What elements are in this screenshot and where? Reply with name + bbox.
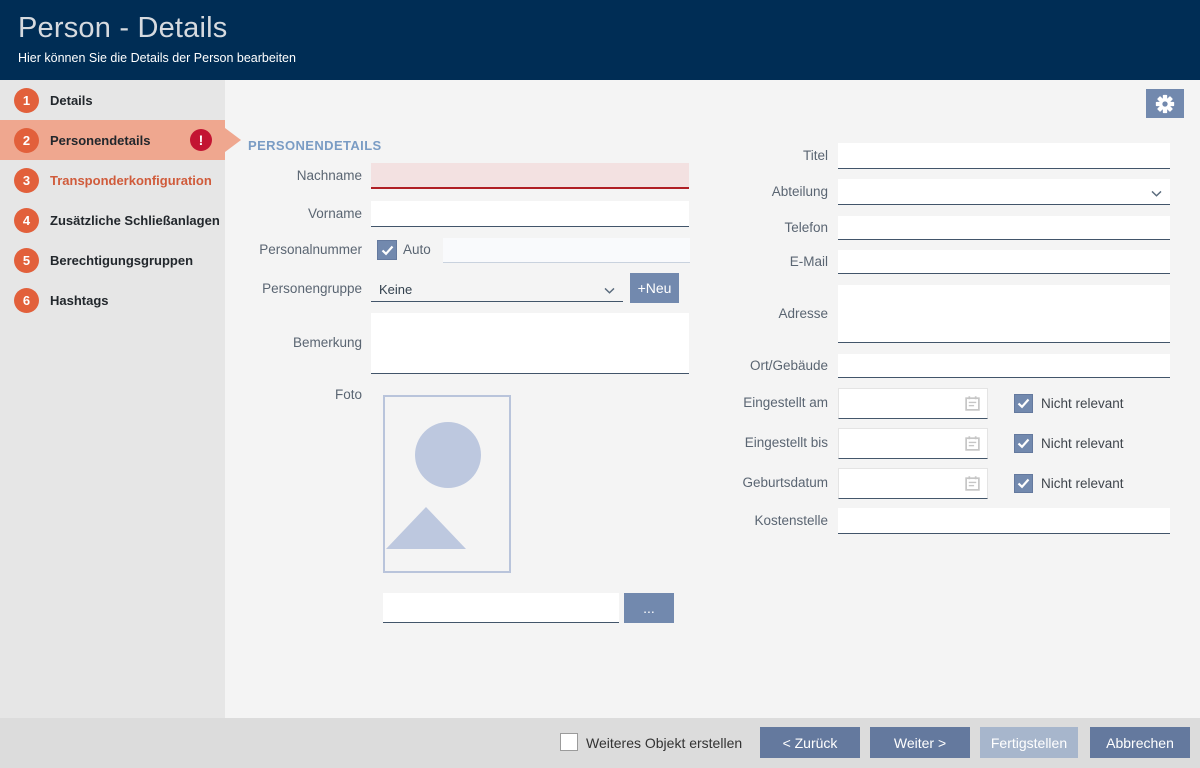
calendar-icon[interactable] xyxy=(964,475,981,497)
foto-label: Foto xyxy=(242,387,362,403)
cancel-button[interactable]: Abbrechen xyxy=(1090,727,1190,758)
nicht-relevant-label: Nicht relevant xyxy=(1041,396,1124,411)
step-label: Personendetails xyxy=(50,133,150,148)
eingestellt-am-input[interactable] xyxy=(838,388,988,419)
personengruppe-select[interactable]: Keine xyxy=(371,277,623,302)
sidebar-step-details[interactable]: 1 Details xyxy=(0,80,225,120)
personalnummer-input[interactable] xyxy=(443,238,690,263)
person-details-window: Person - Details Hier können Sie die Det… xyxy=(0,0,1200,768)
weiteres-objekt-label: Weiteres Objekt erstellen xyxy=(586,735,742,751)
titel-input[interactable] xyxy=(838,143,1170,169)
browse-button[interactable]: ... xyxy=(624,593,674,623)
footer-bar: Weiteres Objekt erstellen < Zurück Weite… xyxy=(0,718,1200,768)
adresse-label: Adresse xyxy=(698,306,828,322)
calendar-icon[interactable] xyxy=(964,395,981,417)
checkmark-icon xyxy=(381,245,394,256)
error-icon: ! xyxy=(190,129,212,151)
nachname-input[interactable] xyxy=(371,163,689,189)
active-step-arrow-icon xyxy=(225,128,241,152)
personalnummer-label: Personalnummer xyxy=(242,242,362,258)
person-silhouette-shoulders-icon xyxy=(386,507,466,549)
foto-path-input[interactable] xyxy=(383,593,619,623)
header: Person - Details Hier können Sie die Det… xyxy=(0,0,1200,80)
finish-button[interactable]: Fertigstellen xyxy=(980,727,1078,758)
sidebar-step-hashtags[interactable]: 6 Hashtags xyxy=(0,280,225,320)
kostenstelle-input[interactable] xyxy=(838,508,1170,534)
step-label: Zusätzliche Schließanlagen xyxy=(50,213,220,228)
step-number-icon: 5 xyxy=(14,248,39,273)
chevron-down-icon xyxy=(1151,184,1162,202)
email-label: E-Mail xyxy=(698,254,828,270)
geburtsdatum-input[interactable] xyxy=(838,468,988,499)
sidebar-step-berechtigungsgruppen[interactable]: 5 Berechtigungsgruppen xyxy=(0,240,225,280)
step-label: Berechtigungsgruppen xyxy=(50,253,193,268)
page-subtitle: Hier können Sie die Details der Person b… xyxy=(18,51,1200,65)
nicht-relevant-label: Nicht relevant xyxy=(1041,436,1124,451)
personengruppe-value: Keine xyxy=(371,282,412,297)
ort-gebaeude-label: Ort/Gebäude xyxy=(698,358,828,374)
person-silhouette-head-icon xyxy=(415,422,481,488)
step-label: Transponderkonfiguration xyxy=(50,173,212,188)
step-number-icon: 4 xyxy=(14,208,39,233)
checkmark-icon xyxy=(1017,398,1030,409)
eingestellt-bis-input[interactable] xyxy=(838,428,988,459)
nicht-relevant-label: Nicht relevant xyxy=(1041,476,1124,491)
adresse-textarea[interactable] xyxy=(838,285,1170,343)
personengruppe-label: Personengruppe xyxy=(242,281,362,297)
wizard-sidebar: 1 Details 2 Personendetails ! 3 Transpon… xyxy=(0,80,225,718)
abteilung-select[interactable] xyxy=(838,179,1170,205)
bemerkung-textarea[interactable] xyxy=(371,313,689,374)
ort-gebaeude-input[interactable] xyxy=(838,354,1170,378)
eingestellt-am-label: Eingestellt am xyxy=(698,395,828,411)
sidebar-step-personendetails[interactable]: 2 Personendetails ! xyxy=(0,120,225,160)
checkmark-icon xyxy=(1017,438,1030,449)
step-number-icon: 3 xyxy=(14,168,39,193)
titel-label: Titel xyxy=(698,148,828,164)
step-label: Hashtags xyxy=(50,293,109,308)
page-title: Person - Details xyxy=(18,12,1200,45)
eingestellt-bis-nicht-relevant-checkbox[interactable] xyxy=(1014,434,1033,453)
step-number-icon: 2 xyxy=(14,128,39,153)
abteilung-label: Abteilung xyxy=(698,184,828,200)
neu-button[interactable]: +Neu xyxy=(630,273,679,303)
eingestellt-am-nicht-relevant-checkbox[interactable] xyxy=(1014,394,1033,413)
gear-icon xyxy=(1155,94,1175,114)
telefon-label: Telefon xyxy=(698,220,828,236)
chevron-down-icon xyxy=(604,281,615,299)
kostenstelle-label: Kostenstelle xyxy=(698,513,828,529)
geburtsdatum-nicht-relevant-checkbox[interactable] xyxy=(1014,474,1033,493)
sidebar-step-zusaetzliche-schliessanlagen[interactable]: 4 Zusätzliche Schließanlagen xyxy=(0,200,225,240)
vorname-label: Vorname xyxy=(242,206,362,222)
geburtsdatum-label: Geburtsdatum xyxy=(698,475,828,491)
step-number-icon: 6 xyxy=(14,288,39,313)
calendar-icon[interactable] xyxy=(964,435,981,457)
back-button[interactable]: < Zurück xyxy=(760,727,860,758)
step-label: Details xyxy=(50,93,93,108)
auto-label: Auto xyxy=(403,242,431,257)
checkmark-icon xyxy=(1017,478,1030,489)
auto-checkbox[interactable] xyxy=(377,240,397,260)
telefon-input[interactable] xyxy=(838,216,1170,240)
vorname-input[interactable] xyxy=(371,201,689,227)
nachname-label: Nachname xyxy=(242,168,362,184)
section-title: PERSONENDETAILS xyxy=(248,138,382,153)
photo-placeholder xyxy=(383,395,511,573)
form-area: PERSONENDETAILS Nachname Vorname Persona… xyxy=(225,80,1200,718)
eingestellt-bis-label: Eingestellt bis xyxy=(698,435,828,451)
email-input[interactable] xyxy=(838,250,1170,274)
step-number-icon: 1 xyxy=(14,88,39,113)
next-button[interactable]: Weiter > xyxy=(870,727,970,758)
weiteres-objekt-checkbox[interactable] xyxy=(560,733,578,751)
settings-button[interactable] xyxy=(1146,89,1184,118)
bemerkung-label: Bemerkung xyxy=(242,335,362,351)
sidebar-step-transponderkonfiguration[interactable]: 3 Transponderkonfiguration xyxy=(0,160,225,200)
